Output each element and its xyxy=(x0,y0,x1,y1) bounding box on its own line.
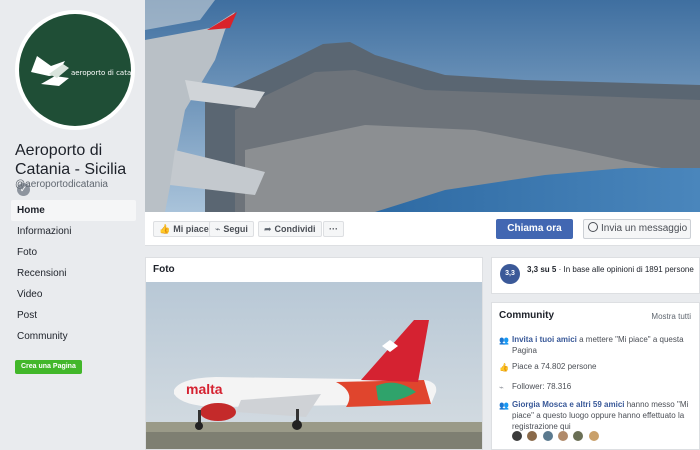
nav-item-videos[interactable]: Video xyxy=(11,284,136,305)
more-button[interactable]: ··· xyxy=(323,221,344,237)
invite-friends-link[interactable]: Invita i tuoi amici xyxy=(512,335,577,344)
likes-count: Piace a 74.802 persone xyxy=(512,362,597,371)
photos-title[interactable]: Foto xyxy=(153,264,175,275)
avatar[interactable] xyxy=(527,431,538,441)
people-icon: 👥 xyxy=(499,401,509,410)
nav-item-reviews[interactable]: Recensioni xyxy=(11,263,136,284)
cover-image xyxy=(145,0,700,212)
follow-label: Segui xyxy=(223,224,248,234)
thumbs-up-icon: 👍 xyxy=(499,363,509,372)
logo-text: aeroporto di catania xyxy=(71,69,131,77)
rating-badge: 3,3 xyxy=(500,264,520,284)
follow-button[interactable]: ⌁ Segui xyxy=(209,221,254,237)
rating-score[interactable]: 3,3 su 5 xyxy=(527,265,556,274)
share-label: Condividi xyxy=(274,224,316,234)
rss-icon: ⌁ xyxy=(215,224,221,234)
left-sidebar: aeroporto di catania Aeroporto di Catani… xyxy=(0,0,145,450)
cover-photo[interactable] xyxy=(145,0,700,212)
avatar[interactable] xyxy=(558,431,569,441)
page-action-bar: 👍 Mi piace ⌁ Segui ➦ Condividi ··· Chiama o… xyxy=(145,212,700,246)
invite-friends-row: 👥 Invita i tuoi amici a mettere "Mi piac… xyxy=(499,334,695,356)
people-icon: 👥 xyxy=(499,336,509,345)
avatar[interactable] xyxy=(512,431,522,441)
rating-card: 3,3 3,3 su 5 · In base alle opinioni di … xyxy=(491,257,700,294)
friend-avatars xyxy=(512,430,601,444)
avatar[interactable] xyxy=(573,431,584,441)
avatar[interactable] xyxy=(588,431,599,441)
nav-item-community[interactable]: Community xyxy=(11,326,136,347)
see-all-link[interactable]: Mostra tutti xyxy=(651,312,691,321)
followers-row: ⌁ Follower: 78.316 xyxy=(499,381,695,392)
page-logo[interactable]: aeroporto di catania xyxy=(15,10,135,130)
rating-text: 3,3 su 5 · In base alle opinioni di 1891… xyxy=(527,264,697,276)
page-handle[interactable]: @aeroportodicatania xyxy=(15,179,108,190)
community-title: Community xyxy=(499,310,554,321)
community-card: Community Mostra tutti 👥 Invita i tuoi a… xyxy=(491,302,700,450)
call-now-button[interactable]: Chiama ora xyxy=(496,219,573,239)
followers-count: Follower: 78.316 xyxy=(512,382,572,391)
nav-item-posts[interactable]: Post xyxy=(11,305,136,326)
photo-thumbnail[interactable]: malta xyxy=(146,282,483,450)
likes-row: 👍 Piace a 74.802 persone xyxy=(499,361,695,372)
send-message-button[interactable]: Invia un messaggio xyxy=(583,219,691,239)
share-button[interactable]: ➦ Condividi xyxy=(258,221,322,237)
nav-item-info[interactable]: Informazioni xyxy=(11,221,136,242)
photos-card: Foto malta xyxy=(145,257,483,450)
create-page-button[interactable]: Crea una Pagina xyxy=(15,360,82,374)
nav-item-home[interactable]: Home xyxy=(11,200,136,221)
rss-icon: ⌁ xyxy=(499,383,504,392)
friends-row: 👥 Giorgia Mosca e altri 59 amici hanno m… xyxy=(499,399,695,432)
send-message-label: Invia un messaggio xyxy=(601,223,688,234)
page-name-text: Aeroporto di Catania - Sicilia xyxy=(15,142,127,178)
like-label: Mi piace xyxy=(173,224,209,234)
messenger-icon xyxy=(588,222,598,232)
logo-circle: aeroporto di catania xyxy=(19,14,131,126)
page-nav: Home Informazioni Foto Recensioni Video … xyxy=(11,200,136,347)
rating-description: · In base alle opinioni di 1891 persone xyxy=(556,265,694,274)
plane-livery-text: malta xyxy=(186,381,223,397)
thumbs-up-icon: 👍 xyxy=(159,224,171,234)
share-arrow-icon: ➦ xyxy=(264,224,272,234)
like-button[interactable]: 👍 Mi piace xyxy=(153,221,215,237)
friends-link[interactable]: Giorgia Mosca e altri 59 amici xyxy=(512,400,625,409)
nav-item-photos[interactable]: Foto xyxy=(11,242,136,263)
avatar[interactable] xyxy=(542,431,553,441)
